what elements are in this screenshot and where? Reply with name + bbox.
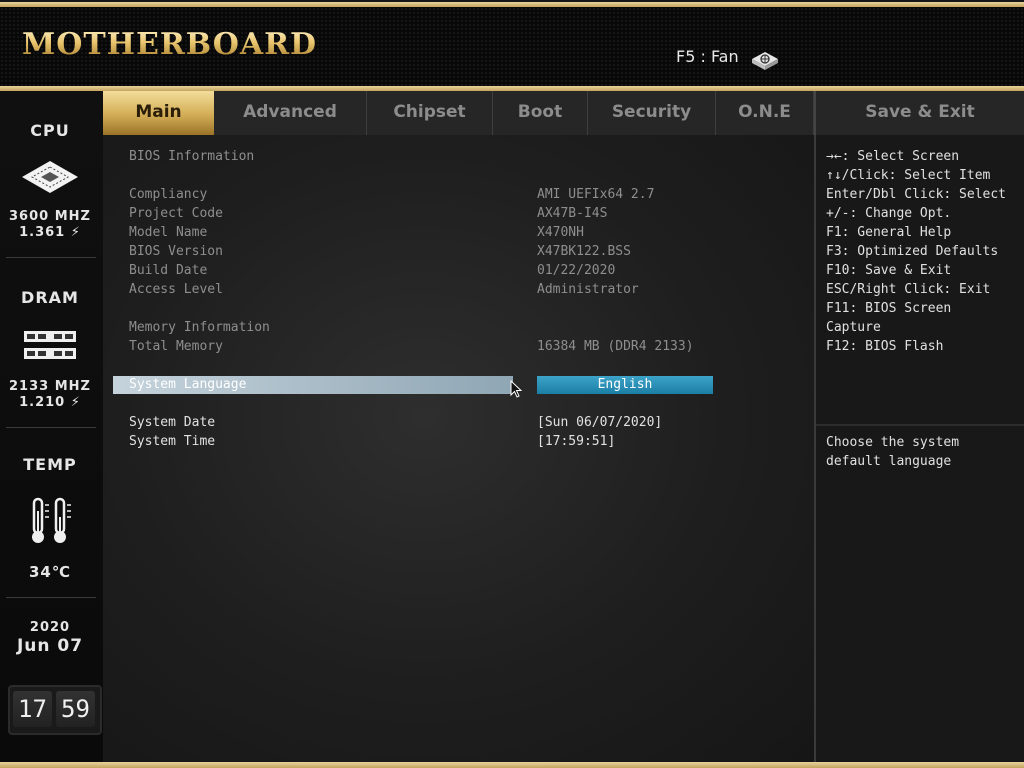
total-memory-label: Total Memory bbox=[129, 339, 223, 354]
cpu-frequency: 3600 MHZ bbox=[9, 209, 91, 224]
tab-boot[interactable]: Boot bbox=[493, 91, 588, 135]
clock-hours: 17 bbox=[13, 691, 52, 727]
tab-save-exit[interactable]: Save & Exit bbox=[814, 91, 1024, 135]
model-name-label: Model Name bbox=[129, 225, 208, 240]
memory-info-heading: Memory Information bbox=[129, 320, 270, 335]
flip-clock: 17 59 bbox=[8, 685, 102, 735]
tab-security[interactable]: Security bbox=[588, 91, 716, 135]
project-code-value: AX47B-I4S bbox=[537, 206, 608, 221]
system-date-label[interactable]: System Date bbox=[129, 415, 215, 430]
help-line: Capture bbox=[826, 320, 881, 335]
system-date-value[interactable]: [Sun 06/07/2020] bbox=[537, 415, 662, 430]
system-language-label[interactable]: System Language bbox=[129, 376, 246, 394]
cpu-chip-icon bbox=[22, 161, 78, 193]
compliancy-label: Compliancy bbox=[129, 187, 208, 202]
help-line: Enter/Dbl Click: Select bbox=[826, 187, 1007, 202]
item-description: Choose the system default language bbox=[826, 435, 960, 469]
build-date-value: 01/22/2020 bbox=[537, 263, 616, 278]
system-time-value[interactable]: [17:59:51] bbox=[537, 434, 615, 449]
help-line: F10: Save & Exit bbox=[826, 263, 952, 278]
bios-version-value: X47BK122.BSS bbox=[537, 244, 631, 259]
help-line: F11: BIOS Screen bbox=[826, 301, 952, 316]
cpu-voltage: 1.361 ⚡ bbox=[19, 225, 81, 240]
help-line: ↑↓/Click: Select Item bbox=[826, 168, 991, 183]
status-sidebar: CPU 3600 MHZ 1.361 ⚡ DRAM 2133 MHZ 1.210… bbox=[0, 91, 103, 762]
clock-minutes: 59 bbox=[56, 691, 95, 727]
help-line: F1: General Help bbox=[826, 225, 952, 240]
build-date-label: Build Date bbox=[129, 263, 208, 278]
tab-main[interactable]: Main bbox=[103, 91, 214, 135]
help-line: ESC/Right Click: Exit bbox=[826, 282, 991, 297]
help-line: F3: Optimized Defaults bbox=[826, 244, 999, 259]
help-line: +/-: Change Opt. bbox=[826, 206, 952, 221]
temp-title: TEMP bbox=[23, 455, 77, 474]
help-panel: →←: Select Screen ↑↓/Click: Select Item … bbox=[814, 135, 1024, 762]
header-bar: MOTHERBOARD F5 : Fan bbox=[0, 7, 1024, 86]
compliancy-value: AMI UEFIx64 2.7 bbox=[537, 187, 655, 202]
help-line: F12: BIOS Flash bbox=[826, 339, 944, 354]
system-time-label[interactable]: System Time bbox=[129, 434, 215, 449]
tab-chipset[interactable]: Chipset bbox=[367, 91, 493, 135]
dram-voltage: 1.210 ⚡ bbox=[19, 395, 81, 410]
help-divider bbox=[816, 424, 1024, 426]
mouse-pointer-icon bbox=[510, 380, 522, 398]
sidebar-divider bbox=[6, 257, 96, 258]
tab-bar: Main Advanced Chipset Boot Security O.N.… bbox=[103, 91, 1024, 135]
project-code-label: Project Code bbox=[129, 206, 223, 221]
total-memory-value: 16384 MB (DDR4 2133) bbox=[537, 339, 694, 354]
sidebar-divider bbox=[6, 597, 96, 598]
temp-value: 34℃ bbox=[28, 563, 72, 581]
help-line: →←: Select Screen bbox=[826, 149, 960, 164]
thermometer-icon bbox=[32, 497, 71, 543]
sidebar-divider bbox=[6, 427, 96, 428]
memory-module-icon bbox=[24, 331, 76, 359]
fan-hotkey-hint[interactable]: F5 : Fan bbox=[676, 47, 739, 66]
cpu-title: CPU bbox=[30, 121, 70, 140]
bios-info-heading: BIOS Information bbox=[129, 149, 255, 164]
dram-title: DRAM bbox=[21, 288, 79, 307]
bios-version-label: BIOS Version bbox=[129, 244, 223, 259]
brand-logo: MOTHERBOARD bbox=[22, 27, 318, 62]
tab-advanced[interactable]: Advanced bbox=[214, 91, 367, 135]
access-level-label: Access Level bbox=[129, 282, 223, 297]
fan-icon[interactable] bbox=[751, 51, 779, 71]
system-language-select[interactable]: English bbox=[537, 376, 713, 394]
date-day: Jun 07 bbox=[16, 636, 84, 656]
dram-frequency: 2133 MHZ bbox=[9, 379, 91, 394]
main-settings-panel: BIOS Information Compliancy AMI UEFIx64 … bbox=[103, 135, 814, 762]
bottom-gold-border bbox=[0, 762, 1024, 768]
model-name-value: X470NH bbox=[537, 225, 584, 240]
date-year: 2020 bbox=[29, 620, 71, 635]
tab-one[interactable]: O.N.E bbox=[716, 91, 814, 135]
access-level-value: Administrator bbox=[537, 282, 639, 297]
